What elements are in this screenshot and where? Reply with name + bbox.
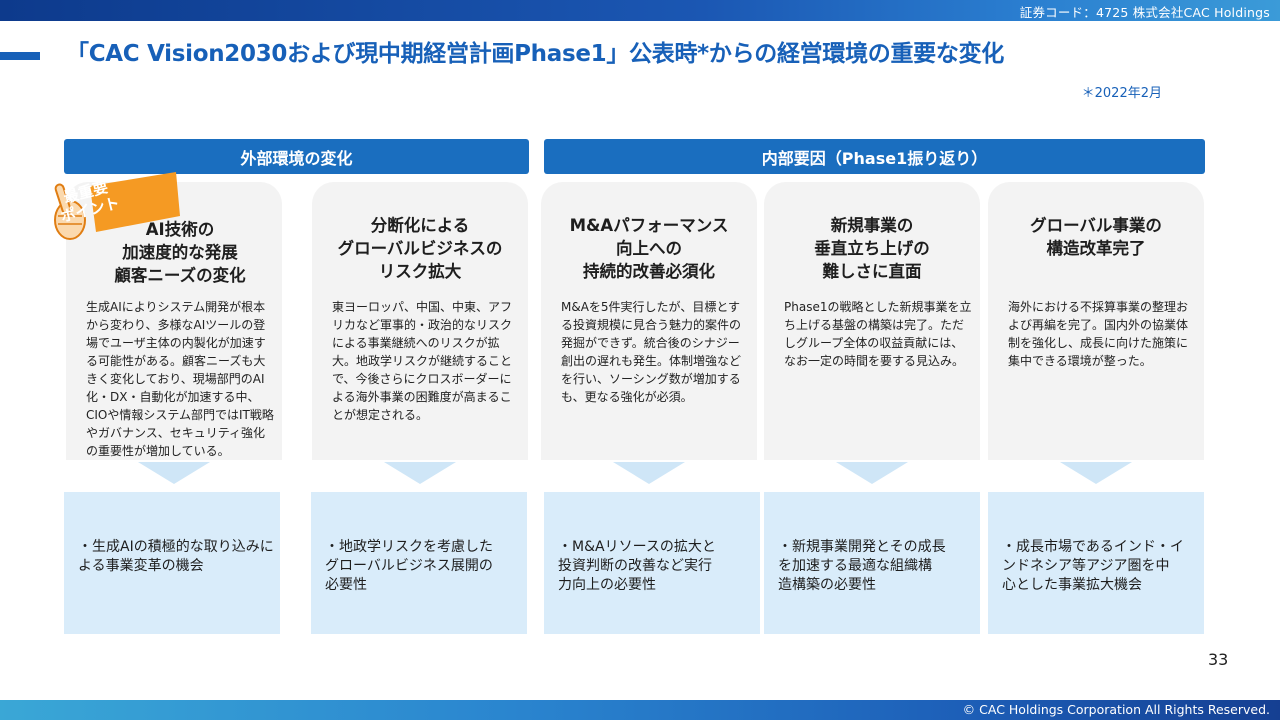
result-box-ma: ・M&Aリソースの拡大と 投資判断の改善など実行 力向上の必要性 xyxy=(544,492,760,634)
card-body: 東ヨーロッパ、中国、中東、アフリカなど軍事的・政治的なリスクによる事業継続へのリ… xyxy=(332,300,513,422)
down-arrow-icon xyxy=(836,462,908,484)
top-bar: 証券コード：4725 株式会社CAC Holdings xyxy=(0,0,1280,21)
copyright: © CAC Holdings Corporation All Rights Re… xyxy=(962,702,1270,717)
card-title: 分断化による グローバルビジネスの リスク拡大 xyxy=(337,216,503,281)
card-title: グローバル事業の 構造改革完了 xyxy=(1030,216,1162,258)
card-title: M&Aパフォーマンス 向上への 持続的改善必須化 xyxy=(569,216,729,281)
bottom-bar: © CAC Holdings Corporation All Rights Re… xyxy=(0,700,1280,720)
date-note: ＊2022年2月 xyxy=(1081,86,1162,101)
section-header-internal: 内部要因（Phase1振り返り） xyxy=(544,139,1205,174)
result-box-global: ・成長市場であるインド・イ ンドネシア等アジア圏を中 心とした事業拡大機会 xyxy=(988,492,1204,634)
result-text: ・成長市場であるインド・イ ンドネシア等アジア圏を中 心とした事業拡大機会 xyxy=(1002,539,1184,593)
down-arrow-icon xyxy=(138,462,210,484)
title-marker xyxy=(0,52,40,60)
card-body: M&Aを5件実行したが、目標とする投資規模に見合う魅力的案件の発掘ができず。統合… xyxy=(561,300,742,404)
card-new-business: 新規事業の 垂直立ち上げの 難しさに直面 Phase1の戦略とした新規事業を立ち… xyxy=(764,182,980,460)
page-number: 33 xyxy=(1208,650,1229,669)
result-box-geopolitics: ・地政学リスクを考慮した グローバルビジネス展開の 必要性 xyxy=(311,492,527,634)
result-text: ・地政学リスクを考慮した グローバルビジネス展開の 必要性 xyxy=(325,539,493,593)
down-arrow-icon xyxy=(613,462,685,484)
card-title: 新規事業の 垂直立ち上げの 難しさに直面 xyxy=(814,216,930,281)
result-text: ・新規事業開発とその成長 を加速する最適な組織構 造構築の必要性 xyxy=(778,539,946,593)
card-body: 海外における不採算事業の整理および再編を完了。国内外の協業体制を強化し、成長に向… xyxy=(1008,300,1189,368)
result-text: ・M&Aリソースの拡大と 投資判断の改善など実行 力向上の必要性 xyxy=(558,539,716,593)
card-geopolitics: 分断化による グローバルビジネスの リスク拡大 東ヨーロッパ、中国、中東、アフリ… xyxy=(312,182,528,460)
card-body: Phase1の戦略とした新規事業を立ち上げる基盤の構築は完了。ただしグループ全体… xyxy=(784,300,972,368)
section-header-external: 外部環境の変化 xyxy=(64,139,529,174)
result-text: ・生成AIの積極的な取り込みに よる事業変革の機会 xyxy=(78,539,274,574)
down-arrow-icon xyxy=(1060,462,1132,484)
page-title: 「CAC Vision2030および現中期経営計画Phase1」公表時*からの経… xyxy=(66,41,1004,67)
card-ma: M&Aパフォーマンス 向上への 持続的改善必須化 M&Aを5件実行したが、目標と… xyxy=(541,182,757,460)
stock-info: 証券コード：4725 株式会社CAC Holdings xyxy=(1019,5,1270,20)
down-arrow-icon xyxy=(384,462,456,484)
result-box-new-business: ・新規事業開発とその成長 を加速する最適な組織構 造構築の必要性 xyxy=(764,492,980,634)
card-body: 生成AIによりシステム開発が根本から変わり、多様なAIツールの登場でユーザ主体の… xyxy=(86,300,274,458)
result-box-ai: ・生成AIの積極的な取り込みに よる事業変革の機会 xyxy=(64,492,280,634)
card-global: グローバル事業の 構造改革完了 海外における不採算事業の整理および再編を完了。国… xyxy=(988,182,1204,460)
